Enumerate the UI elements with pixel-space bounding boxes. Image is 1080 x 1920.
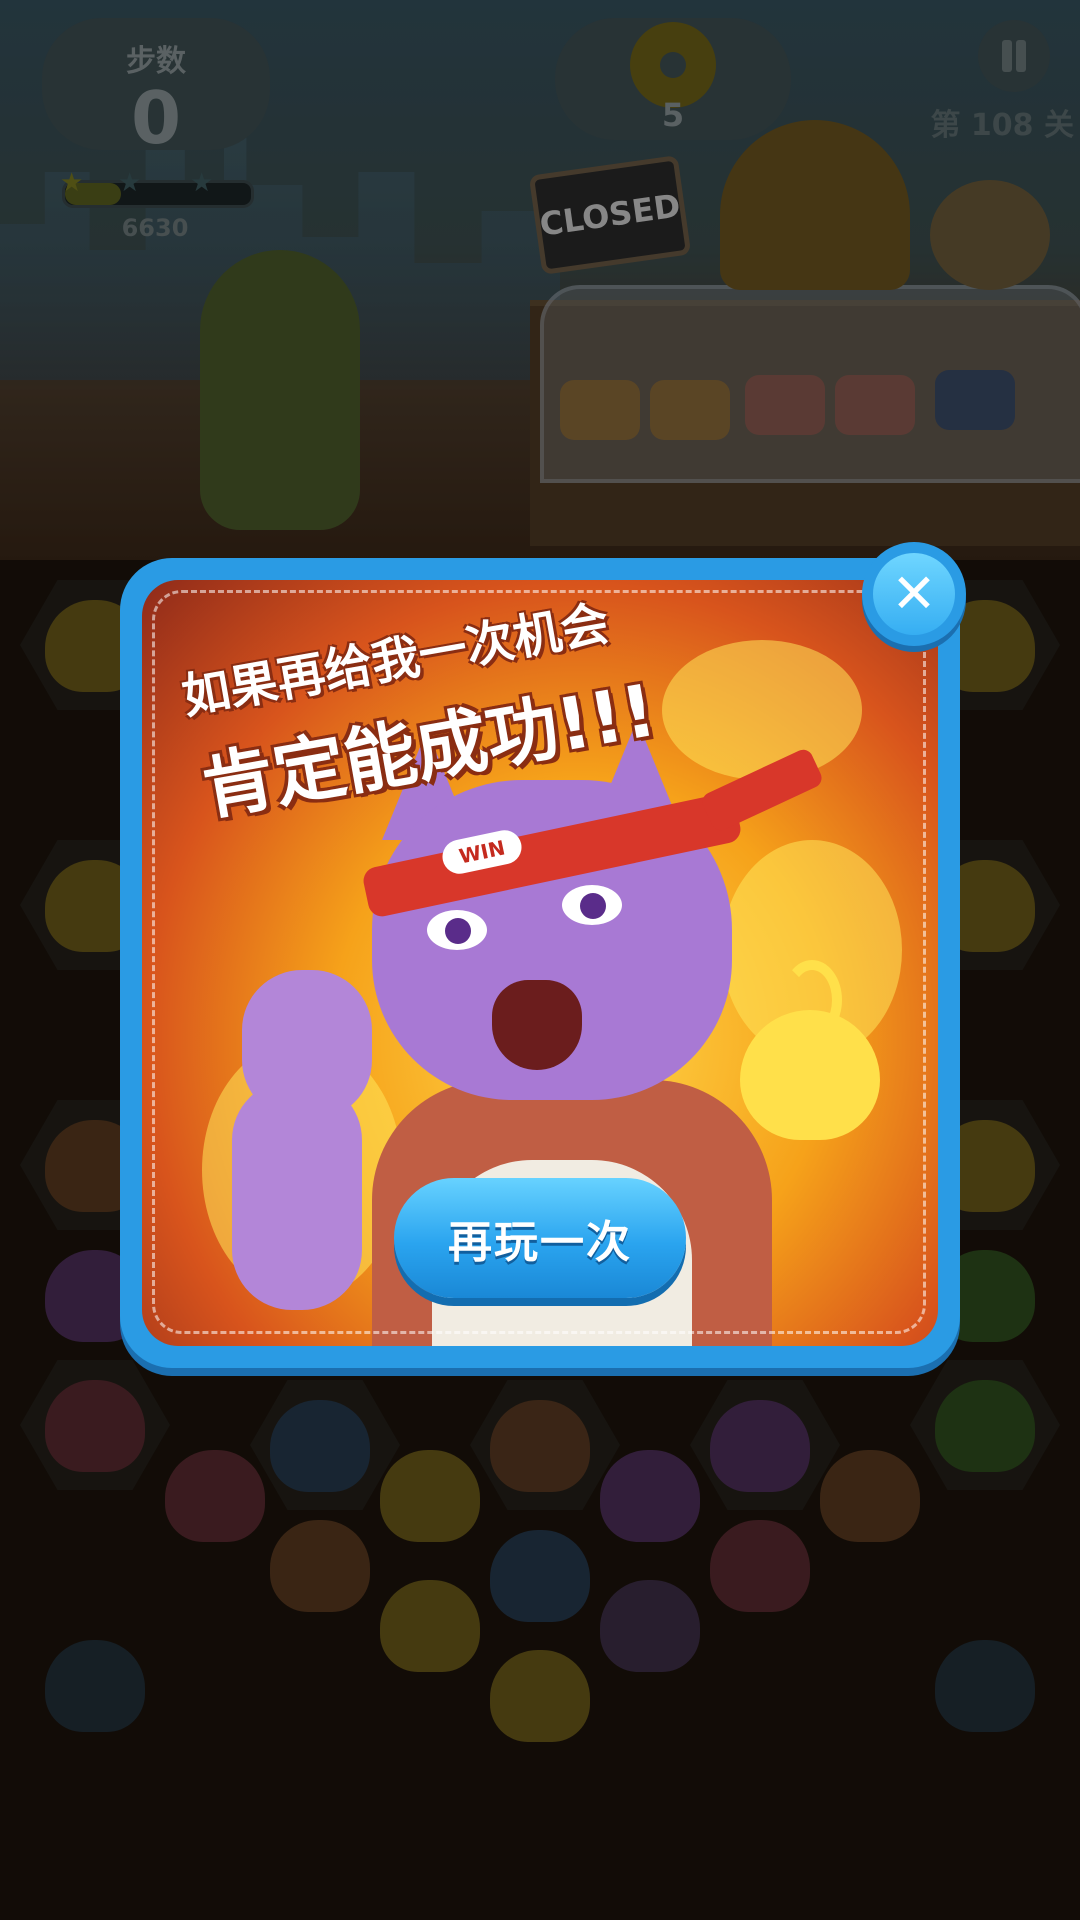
cat-eye (562, 885, 622, 925)
cat-fist (242, 970, 372, 1120)
cat-eye (427, 910, 487, 950)
dialog-artwork: WIN 如果再给我一次机会 肯定能成功!!! 再玩一次 (142, 580, 938, 1346)
retry-button[interactable]: 再玩一次 (394, 1178, 686, 1298)
cat-mouth (492, 980, 582, 1070)
flame-decoration (662, 640, 862, 780)
close-button[interactable]: ✕ (862, 542, 966, 646)
chick-character (740, 1010, 880, 1140)
retry-dialog: WIN 如果再给我一次机会 肯定能成功!!! 再玩一次 (120, 558, 960, 1368)
close-icon: ✕ (873, 553, 955, 635)
